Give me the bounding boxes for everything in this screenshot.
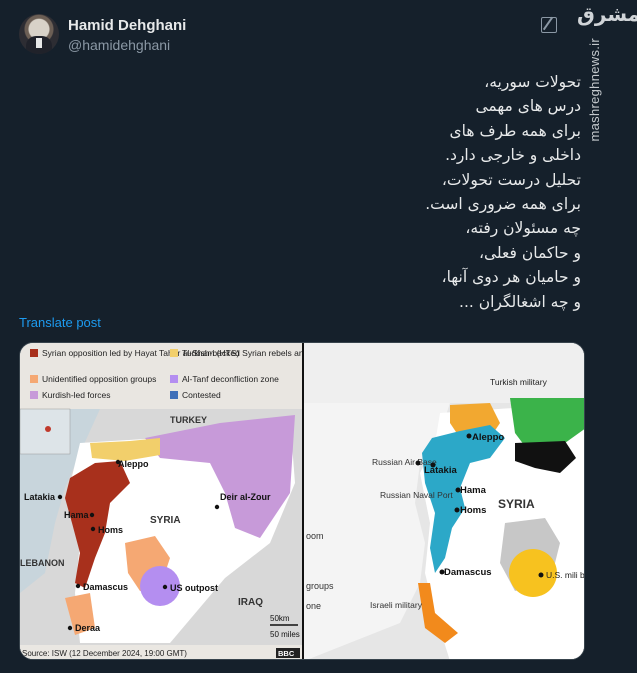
- legend-kurdish: Kurdish-led forces: [42, 390, 111, 400]
- translate-post-link[interactable]: Translate post: [19, 315, 101, 330]
- label-deir-al-zour: Deir al-Zour: [220, 492, 271, 502]
- tweet-line: و حاکمان فعلی،: [478, 243, 581, 262]
- edit-icon[interactable]: [541, 17, 557, 33]
- tweet-line: تحولات سوریه،: [484, 73, 581, 91]
- bbc-logo: BBC: [278, 649, 295, 658]
- label-homs: Homs: [98, 525, 123, 535]
- label-zoom-fragment: oom: [306, 531, 324, 541]
- label-israeli-military: Israeli military: [370, 600, 423, 610]
- mashregh-logo: مشرق: [577, 2, 637, 26]
- tweet-header: Hamid Dehghani @hamidehghani: [19, 14, 597, 56]
- label-us-outpost: US outpost: [170, 583, 218, 593]
- tweet-line: و چه اشغالگران ...: [459, 292, 581, 311]
- tweet-line: درس های مهمی: [475, 97, 581, 116]
- tweet-text: تحولات سوریه، درس های مهمی برای همه طرف …: [201, 70, 581, 314]
- right-map: Turkish military Aleppo Russian Air Base…: [304, 343, 585, 659]
- label-homs-right: Homs: [460, 505, 486, 516]
- label-hama-right: Hama: [460, 485, 487, 496]
- label-syria-right: SYRIA: [498, 497, 535, 511]
- tweet-line: چه مسئولان رفته،: [465, 219, 581, 238]
- tweet-line: و حامیان هر دوی آنها،: [441, 268, 581, 287]
- tweet-media[interactable]: Syrian opposition led by Hayat Tahrir al…: [19, 342, 585, 660]
- label-russian-naval-port: Russian Naval Port: [380, 490, 453, 500]
- scale-miles: 50 miles: [270, 630, 300, 639]
- label-damascus: Damascus: [83, 582, 128, 592]
- label-zone-fragment: one: [306, 601, 321, 611]
- label-latakia: Latakia: [24, 492, 56, 502]
- tweet-line: داخلی و خارجی دارد.: [445, 146, 581, 165]
- scale-km: 50km: [270, 614, 290, 623]
- author-handle[interactable]: @hamidehghani: [68, 37, 170, 53]
- label-deraa: Deraa: [75, 623, 101, 633]
- label-lebanon: LEBANON: [20, 558, 65, 568]
- label-groups-fragment: groups: [306, 581, 334, 591]
- legend-al-tanf: Al-Tanf deconfliction zone: [182, 374, 279, 384]
- tweet-line: تحلیل درست تحولات،: [441, 170, 581, 189]
- label-syria: SYRIA: [150, 515, 181, 526]
- tweet-line: برای همه ضروری است.: [425, 195, 581, 214]
- label-hama: Hama: [64, 510, 90, 520]
- site-watermark: مشرق mashreghnews.ir: [573, 2, 637, 162]
- tweet-line: برای همه طرف های: [449, 121, 581, 140]
- label-us-base: U.S. mili base: [546, 570, 585, 580]
- label-damascus-right: Damascus: [444, 567, 492, 578]
- label-turkey: TURKEY: [170, 415, 207, 425]
- author-name[interactable]: Hamid Dehghani: [68, 17, 186, 34]
- legend-contested: Contested: [182, 390, 221, 400]
- label-aleppo-right: Aleppo: [472, 432, 504, 443]
- label-aleppo: Aleppo: [118, 459, 149, 469]
- label-turkish-military: Turkish military: [490, 377, 548, 387]
- watermark-site: mashreghnews.ir: [587, 38, 602, 142]
- author-avatar[interactable]: [19, 14, 59, 54]
- label-latakia-right: Latakia: [424, 465, 457, 476]
- legend-unidentified: Unidentified opposition groups: [42, 374, 156, 384]
- map-source: Source: ISW (12 December 2024, 19:00 GMT…: [22, 649, 187, 658]
- label-iraq: IRAQ: [238, 597, 263, 608]
